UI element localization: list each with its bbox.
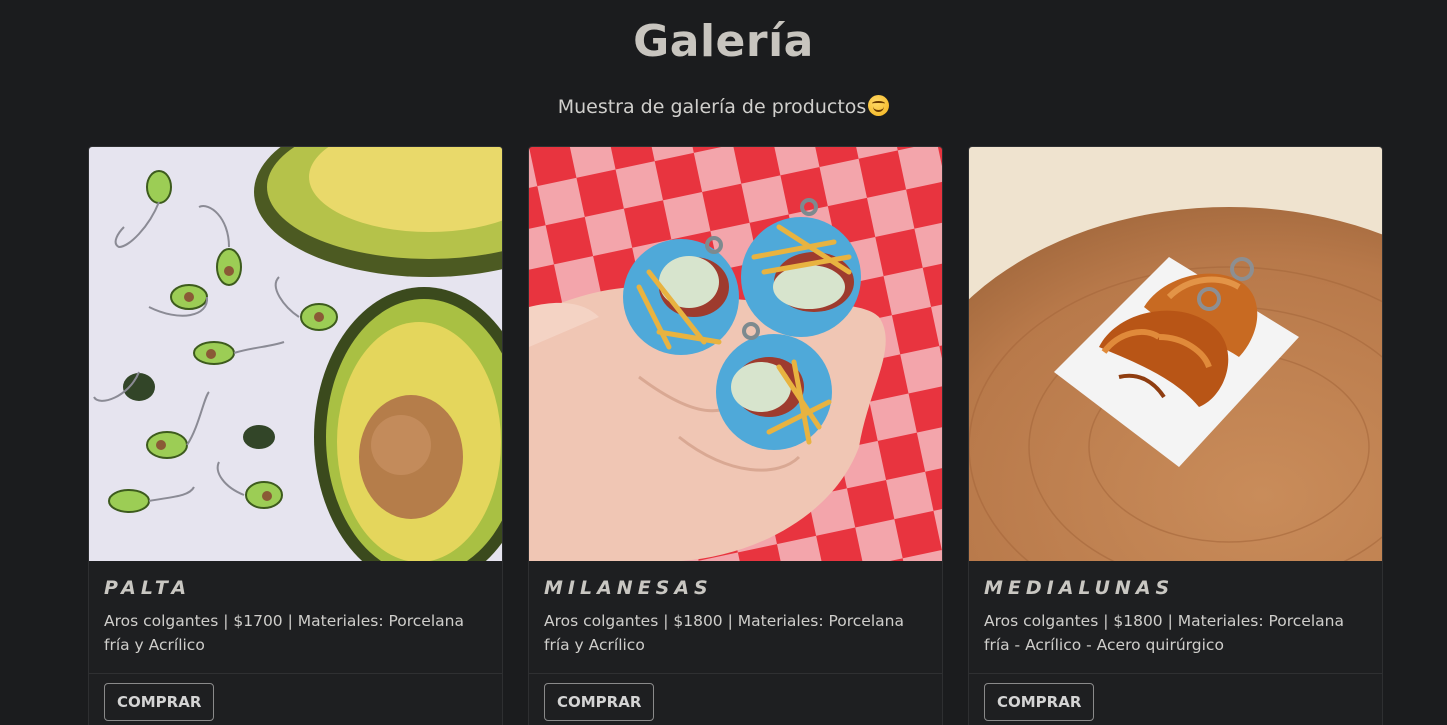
page-title: Galería — [633, 16, 814, 67]
buy-button-medialunas[interactable]: COMPRAR — [984, 683, 1095, 721]
product-title: PALTA — [104, 577, 192, 599]
buy-button-milanesas[interactable]: COMPRAR — [544, 683, 655, 721]
card-footer: COMPRAR — [529, 673, 942, 721]
buy-button-palta[interactable]: COMPRAR — [104, 683, 215, 721]
smiling-face-icon — [868, 95, 890, 116]
product-image-palta — [89, 147, 502, 561]
page-subtitle: Muestra de galería de productos — [0, 95, 1447, 118]
card-footer: COMPRAR — [89, 673, 502, 721]
product-description: Aros colgantes | $1800 | Materiales: Por… — [984, 612, 1344, 654]
product-title: MEDIALUNAS — [984, 577, 1175, 599]
product-card-palta: PALTA Aros colgantes | $1700 | Materiale… — [88, 146, 503, 725]
product-card-medialunas: MEDIALUNAS Aros colgantes | $1800 | Mate… — [968, 146, 1383, 725]
product-title: MILANESAS — [544, 577, 713, 599]
card-footer: COMPRAR — [969, 673, 1382, 721]
product-card-milanesas: MILANESAS Aros colgantes | $1800 | Mater… — [528, 146, 943, 725]
product-image-milanesas — [529, 147, 942, 561]
page-subtitle-text: Muestra de galería de productos — [557, 96, 867, 118]
product-description: Aros colgantes | $1800 | Materiales: Por… — [544, 612, 904, 654]
product-image-medialunas — [969, 147, 1382, 561]
product-description: Aros colgantes | $1700 | Materiales: Por… — [104, 612, 464, 654]
